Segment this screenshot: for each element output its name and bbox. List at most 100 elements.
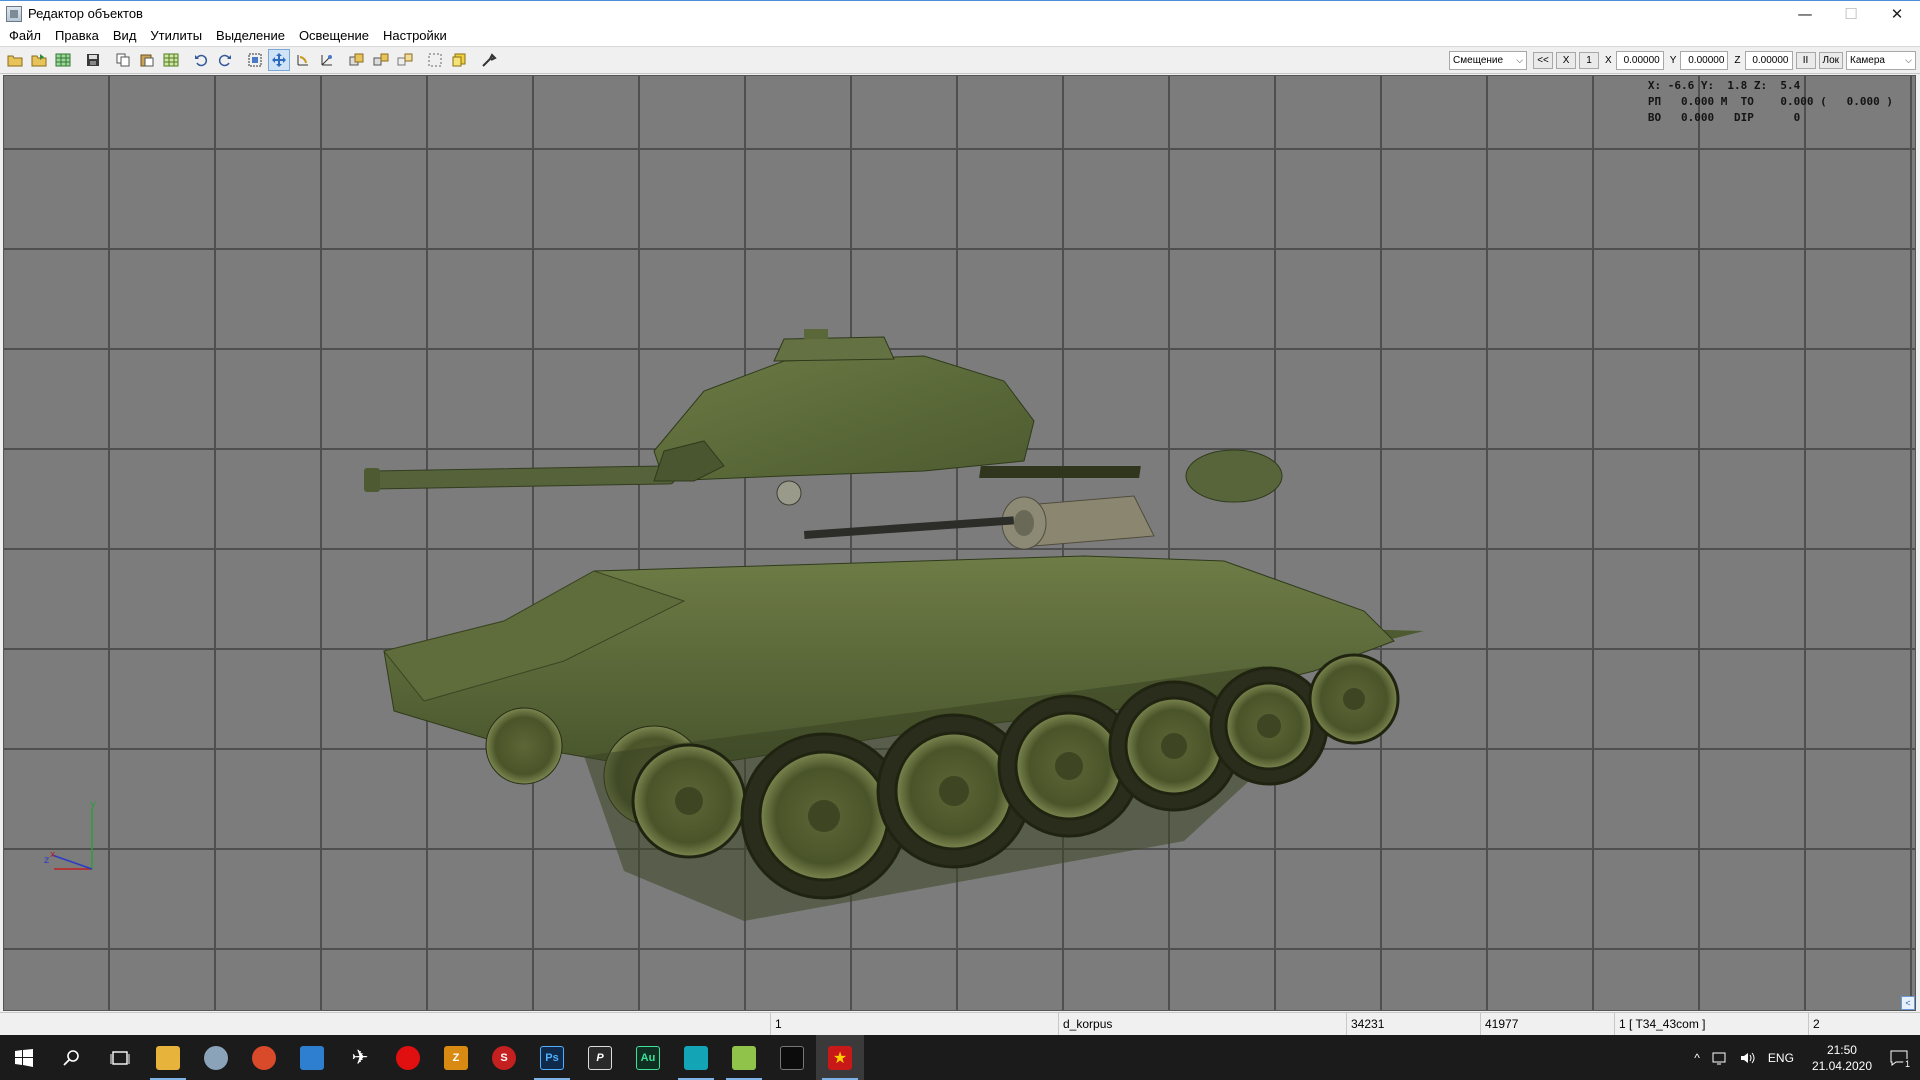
x-label: X [1605, 54, 1612, 66]
rotate-icon[interactable] [292, 49, 314, 71]
coordinate-readout: X: -6.6 Y: 1.8 Z: 5.4 РП 0.000 М ТО 0.00… [1648, 78, 1893, 126]
status-vertex-count: 34231 [1346, 1013, 1384, 1035]
group-icon[interactable] [346, 49, 368, 71]
terminal-icon[interactable] [768, 1035, 816, 1080]
readout-paren-close: ) [1879, 95, 1893, 108]
search-icon[interactable] [48, 1035, 96, 1080]
camera-select[interactable]: Камера ⌵ [1846, 50, 1916, 70]
app-p-icon[interactable]: P [576, 1035, 624, 1080]
menu-file[interactable]: Файл [2, 26, 48, 46]
app-plane-icon[interactable]: ✈ [336, 1035, 384, 1080]
window-title: Редактор объектов [28, 6, 143, 21]
task-view-icon[interactable] [96, 1035, 144, 1080]
menu-utilities[interactable]: Утилиты [143, 26, 209, 46]
scroll-corner-icon[interactable]: < [1901, 996, 1915, 1010]
menu-view[interactable]: Вид [106, 26, 144, 46]
scale-icon[interactable] [316, 49, 338, 71]
file-explorer-icon[interactable] [144, 1035, 192, 1080]
axis-y-label: y [90, 799, 96, 810]
readout-rp-value: 0.000 [1661, 95, 1715, 108]
readout-vo-label: ВО [1647, 111, 1662, 124]
audition-icon[interactable]: Au [624, 1035, 672, 1080]
undo-icon[interactable] [190, 49, 212, 71]
readout-dip-label: DIP [1714, 111, 1754, 124]
z-coordinate-field[interactable]: 0.00000 [1744, 50, 1793, 70]
attach-icon[interactable] [394, 49, 416, 71]
app-cyan-icon[interactable] [672, 1035, 720, 1080]
clock[interactable]: 21:50 21.04.2020 [1812, 1042, 1872, 1074]
system-tray: ^ ENG 21:50 21.04.2020 1 [1688, 1035, 1920, 1080]
x-toggle-button[interactable]: X [1556, 51, 1577, 69]
mode-select[interactable]: Смещение ⌵ [1449, 50, 1528, 70]
redo-icon[interactable] [214, 49, 236, 71]
network-icon[interactable] [1712, 1051, 1728, 1065]
z-label: Z [1734, 54, 1741, 66]
3d-viewport[interactable]: X: -6.6 Y: 1.8 Z: 5.4 РП 0.000 М ТО 0.00… [3, 75, 1916, 1011]
status-face-count: 41977 [1480, 1013, 1518, 1035]
menu-settings[interactable]: Настройки [376, 26, 454, 46]
readout-paren-value: 0.000 [1826, 95, 1880, 108]
grid-icon[interactable] [52, 49, 74, 71]
notepad-icon[interactable] [720, 1035, 768, 1080]
notification-icon[interactable]: 1 [1890, 1050, 1912, 1069]
x-coordinate-field[interactable]: 0.00000 [1615, 50, 1664, 70]
maximize-button[interactable]: ☐ [1828, 1, 1874, 27]
box-select-icon[interactable] [424, 49, 446, 71]
copy-icon[interactable] [112, 49, 134, 71]
open-icon[interactable] [4, 49, 26, 71]
readout-y-label: Y: [1694, 79, 1715, 92]
start-icon[interactable] [0, 1035, 48, 1080]
status-bar: 1 d_korpus 34231 41977 1 [ T34_43com ] 2 [0, 1012, 1920, 1035]
menu-bar: Файл Правка Вид Утилиты Выделение Освеще… [0, 26, 1920, 46]
status-model-name: 1 [ T34_43com ] [1614, 1013, 1706, 1035]
pause-button[interactable]: II [1795, 51, 1816, 69]
y-coordinate-field[interactable]: 0.00000 [1680, 50, 1729, 70]
local-button[interactable]: Лок [1818, 51, 1843, 69]
app-blue-icon[interactable] [288, 1035, 336, 1080]
photoshop-icon[interactable]: Ps [528, 1035, 576, 1080]
close-button[interactable]: ✕ [1874, 1, 1920, 27]
clock-date: 21.04.2020 [1811, 1058, 1872, 1073]
move-icon[interactable] [268, 49, 290, 71]
taskbar: ✈ Z S Ps P Au ★ ^ ENG 21:50 21.04.2020 1 [0, 1035, 1920, 1080]
window-controls: — ☐ ✕ [1782, 1, 1920, 27]
ungroup-icon[interactable] [370, 49, 392, 71]
app-red-circle-icon[interactable] [240, 1035, 288, 1080]
app-brush-icon[interactable] [192, 1035, 240, 1080]
save-icon[interactable] [82, 49, 104, 71]
one-button[interactable]: 1 [1579, 51, 1600, 69]
readout-to-label: ТО [1727, 95, 1754, 108]
material-icon[interactable] [448, 49, 470, 71]
paste-icon[interactable] [136, 49, 158, 71]
app-s-icon[interactable]: S [480, 1035, 528, 1080]
select-all-icon[interactable] [160, 49, 182, 71]
y-label: Y [1669, 54, 1677, 66]
menu-selection[interactable]: Выделение [209, 26, 292, 46]
mode-select-value: Смещение [1453, 54, 1504, 66]
readout-to-value: 0.000 [1753, 95, 1814, 108]
tools-icon[interactable] [478, 49, 500, 71]
title-bar: Редактор объектов — ☐ ✕ [0, 0, 1920, 26]
status-object-name: d_korpus [1058, 1013, 1112, 1035]
tank-model[interactable] [364, 301, 1444, 921]
axis-z-label: z [44, 855, 49, 866]
menu-lighting[interactable]: Освещение [292, 26, 376, 46]
minimize-button[interactable]: — [1782, 1, 1828, 27]
chevron-down-icon: ⌵ [1516, 54, 1524, 65]
readout-rp-label: РП [1647, 95, 1662, 108]
object-editor-icon[interactable]: ★ [816, 1035, 864, 1080]
menu-edit[interactable]: Правка [48, 26, 106, 46]
app-record-icon[interactable] [384, 1035, 432, 1080]
volume-icon[interactable] [1740, 1051, 1756, 1065]
readout-x-label: X: [1647, 79, 1662, 92]
import-icon[interactable] [28, 49, 50, 71]
language-indicator[interactable]: ENG [1768, 1051, 1794, 1065]
app-icon [6, 5, 22, 22]
transform-controls: Смещение ⌵ << X 1 X 0.00000 Y 0.00000 Z 0… [1449, 50, 1920, 70]
back-button[interactable]: << [1533, 51, 1554, 69]
app-filezilla-icon[interactable]: Z [432, 1035, 480, 1080]
camera-select-value: Камера [1850, 54, 1885, 66]
tray-chevron-up-icon[interactable]: ^ [1694, 1051, 1700, 1065]
readout-m-label: М [1714, 95, 1728, 108]
select-object-icon[interactable] [244, 49, 266, 71]
